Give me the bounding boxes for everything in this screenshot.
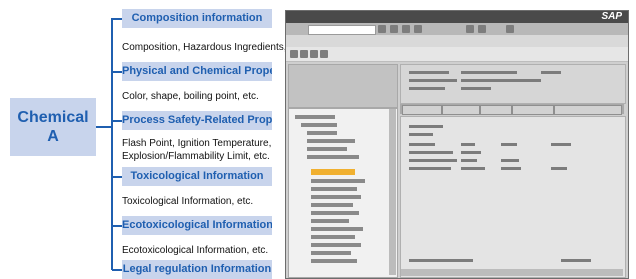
header-composition: Composition information — [122, 9, 272, 28]
detail-field — [461, 167, 485, 170]
header-field — [409, 87, 445, 90]
sap-title-bar — [286, 11, 628, 23]
sap-app-icon — [300, 50, 308, 58]
tree-scrollbar — [389, 109, 396, 275]
tree-item — [311, 227, 363, 231]
sap-toolbar-icon — [378, 25, 386, 33]
tree-item — [307, 139, 355, 143]
sap-app-icon — [290, 50, 298, 58]
tick-ecotoxicological — [112, 225, 122, 227]
sap-toolbar — [286, 23, 628, 35]
tick-process-safety — [112, 120, 122, 122]
tree-item — [307, 147, 347, 151]
detail-field — [409, 133, 433, 136]
tree-item — [311, 251, 351, 255]
sap-header-panel — [400, 64, 626, 104]
header-process-safety: Process Safety-Related Properties — [122, 111, 272, 130]
desc-physical-chemical: Color, shape, boiling point, etc. — [122, 91, 259, 102]
sap-body — [286, 62, 628, 278]
desc-process-safety-line2: Explosion/Flammability Limit, etc. — [122, 151, 270, 162]
detail-field — [461, 151, 481, 154]
desc-composition: Composition, Hazardous Ingredients, etc. — [122, 42, 306, 53]
header-field — [409, 71, 449, 74]
tree-item — [307, 155, 359, 159]
tree-item — [301, 123, 337, 127]
sap-tab — [480, 105, 512, 115]
sap-tab-strip — [400, 104, 624, 115]
tree-item — [311, 259, 357, 263]
sap-tab — [512, 105, 554, 115]
desc-ecotoxicological: Ecotoxicological Information, etc. — [122, 245, 269, 256]
header-field — [409, 79, 457, 82]
header-ecotoxicological: Ecotoxicological Information — [122, 216, 272, 235]
sap-tab — [554, 105, 622, 115]
tick-legal — [112, 269, 122, 271]
header-field — [461, 71, 517, 74]
sap-toolbar-icon — [402, 25, 410, 33]
detail-field — [409, 167, 451, 170]
detail-field — [461, 143, 475, 146]
tick-physical — [112, 71, 122, 73]
tick-toxicological — [112, 176, 122, 178]
header-field — [541, 71, 561, 74]
tree-item — [311, 243, 361, 247]
tree-item — [311, 179, 365, 183]
tree-item — [311, 187, 357, 191]
connector-horizontal — [96, 126, 112, 128]
sap-app-toolbar — [286, 47, 628, 62]
tree-item — [311, 195, 361, 199]
header-legal-regulation: Legal regulation Information — [122, 260, 272, 279]
detail-field — [409, 151, 453, 154]
sap-app-icon — [320, 50, 328, 58]
sap-search-panel — [288, 64, 398, 108]
header-physical-chemical: Physical and Chemical Properties — [122, 62, 272, 81]
header-toxicological: Toxicological Information — [122, 167, 272, 186]
header-field — [461, 87, 491, 90]
footer-field — [561, 259, 591, 262]
sap-toolbar-icon — [390, 25, 398, 33]
sap-tab — [402, 105, 442, 115]
tree-item — [307, 131, 337, 135]
sap-tree-panel — [288, 108, 398, 278]
detail-field — [409, 143, 435, 146]
detail-field — [501, 159, 519, 162]
chemical-a-box: Chemical A — [10, 98, 96, 156]
detail-field — [409, 125, 443, 128]
tree-item — [311, 203, 353, 207]
detail-field — [501, 167, 521, 170]
detail-field — [409, 159, 457, 162]
sap-breadcrumb-bar — [286, 35, 628, 47]
connector-vertical — [111, 18, 113, 270]
tree-item — [311, 235, 355, 239]
footer-field — [409, 259, 473, 262]
sap-screenshot: SAP — [285, 10, 629, 279]
detail-field — [551, 167, 567, 170]
sap-toolbar-icon — [506, 25, 514, 33]
sap-command-field — [308, 25, 376, 35]
sap-toolbar-icon — [478, 25, 486, 33]
chemical-letter: A — [47, 128, 59, 145]
sap-logo: SAP — [601, 11, 622, 22]
sap-tab — [442, 105, 480, 115]
tree-item — [311, 211, 359, 215]
sap-toolbar-icon — [414, 25, 422, 33]
desc-toxicological: Toxicological Information, etc. — [122, 196, 254, 207]
detail-field — [461, 159, 477, 162]
header-field — [461, 79, 541, 82]
sap-detail-panel — [400, 116, 626, 278]
chemical-label: Chemical — [17, 109, 89, 126]
tree-item — [311, 219, 349, 223]
sap-toolbar-icon — [466, 25, 474, 33]
detail-field — [501, 143, 517, 146]
detail-field — [551, 143, 571, 146]
desc-process-safety-line1: Flash Point, Ignition Temperature, — [122, 138, 272, 149]
detail-scrollbar — [401, 269, 623, 276]
tree-selected-item — [311, 169, 355, 175]
tick-composition — [112, 18, 122, 20]
sap-app-icon — [310, 50, 318, 58]
tree-item — [295, 115, 335, 119]
